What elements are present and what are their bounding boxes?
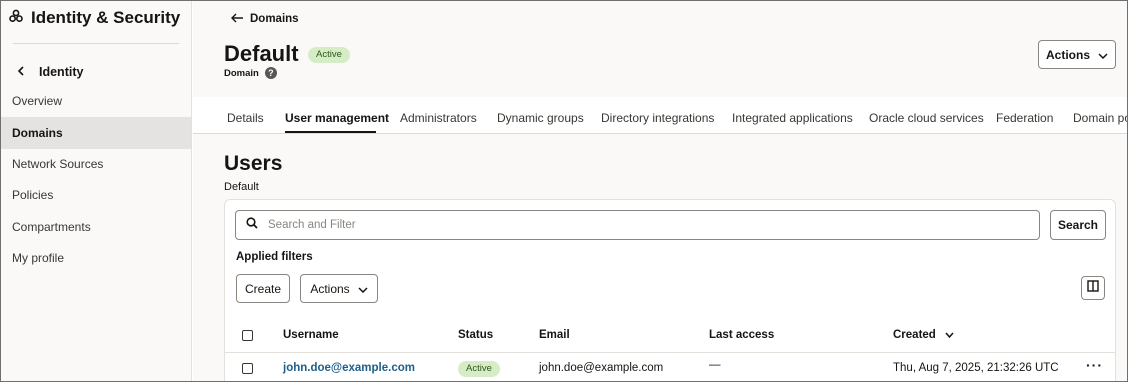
row-last-access: —	[709, 359, 721, 371]
help-icon[interactable]: ?	[264, 67, 277, 79]
tab-administrators[interactable]: Administrators	[400, 111, 477, 125]
content-area: Users Default Search and Filter Search A…	[193, 134, 1127, 381]
page-title: Default	[224, 41, 299, 66]
applied-filters-label: Applied filters	[236, 251, 313, 263]
tab-details[interactable]: Details	[227, 111, 264, 125]
app-window: Identity & Security Identity Overview Do…	[0, 0, 1128, 382]
create-button[interactable]: Create	[236, 274, 290, 303]
sidebar-item-network-sources[interactable]: Network Sources	[1, 148, 191, 180]
brand: Identity & Security	[9, 8, 180, 28]
column-header-email[interactable]: Email	[539, 329, 570, 341]
breadcrumb[interactable]: Domains	[230, 10, 299, 28]
row-more-icon[interactable]: ···	[1086, 357, 1103, 373]
tab-dynamic-groups[interactable]: Dynamic groups	[497, 111, 584, 125]
section-title: Users	[224, 152, 283, 175]
main-area: Domains Default Active Domain ? Actions	[193, 1, 1127, 381]
section-subtitle: Default	[224, 181, 259, 193]
actions-label: Actions	[1045, 47, 1090, 62]
page-subtitle: Domain ?	[224, 67, 277, 79]
search-placeholder: Search and Filter	[268, 219, 356, 231]
app-title: Identity & Security	[31, 8, 181, 27]
cluster-icon	[9, 9, 23, 28]
row-checkbox[interactable]	[242, 363, 253, 374]
status-badge: Active	[458, 361, 500, 377]
row-created: Thu, Aug 7, 2025, 21:32:26 UTC	[893, 362, 1059, 374]
tab-directory-integrations[interactable]: Directory integrations	[601, 111, 714, 125]
sidebar-item-my-profile[interactable]: My profile	[1, 242, 191, 274]
tab-federation[interactable]: Federation	[996, 111, 1053, 125]
sidebar-item-domains[interactable]: Domains	[1, 117, 191, 149]
sidebar-item-compartments[interactable]: Compartments	[1, 211, 191, 243]
subtitle-label: Domain	[224, 67, 259, 79]
select-all-checkbox[interactable]	[242, 330, 253, 341]
divider	[13, 43, 179, 44]
chevron-left-icon	[17, 63, 25, 81]
row-email: john.doe@example.com	[539, 362, 664, 374]
breadcrumb-label: Domains	[250, 13, 299, 25]
columns-icon	[1087, 279, 1099, 297]
column-header-status[interactable]: Status	[458, 329, 493, 341]
sidebar-item-overview[interactable]: Overview	[1, 85, 191, 117]
tab-integrated-applications[interactable]: Integrated applications	[732, 111, 853, 125]
search-icon	[246, 216, 258, 234]
column-toggle-button[interactable]	[1081, 276, 1105, 300]
chevron-down-icon	[1098, 48, 1108, 62]
created-header-label: Created	[893, 329, 936, 341]
tab-user-management[interactable]: User management	[285, 111, 389, 125]
back-to-identity-link[interactable]: Identity	[17, 63, 83, 81]
row-status: Active	[458, 361, 500, 377]
back-label: Identity	[39, 65, 84, 79]
sort-descending-icon	[945, 329, 954, 341]
tab-bar: Details User management Administrators D…	[193, 103, 1127, 134]
tab-oracle-cloud-services[interactable]: Oracle cloud services	[869, 111, 984, 125]
users-panel: Search and Filter Search Applied filters…	[224, 199, 1116, 381]
column-header-created[interactable]: Created	[893, 329, 954, 341]
page-actions-button[interactable]: Actions	[1038, 40, 1116, 69]
status-badge: Active	[308, 47, 350, 63]
column-header-username[interactable]: Username	[283, 329, 339, 341]
search-button[interactable]: Search	[1050, 210, 1106, 240]
tab-domain-policies[interactable]: Domain po	[1073, 111, 1127, 125]
sidebar-item-policies[interactable]: Policies	[1, 179, 191, 211]
actions-dropdown-label: Actions	[310, 281, 350, 296]
page-header: Domains Default Active Domain ? Actions	[193, 1, 1127, 97]
column-header-last-access[interactable]: Last access	[709, 329, 774, 341]
username-link[interactable]: john.doe@example.com	[283, 362, 415, 374]
chevron-down-icon	[358, 282, 368, 296]
arrow-left-icon	[230, 10, 244, 28]
actions-dropdown[interactable]: Actions	[300, 274, 378, 303]
header-divider	[225, 352, 1115, 353]
search-input[interactable]: Search and Filter	[235, 210, 1040, 240]
sidebar: Identity & Security Identity Overview Do…	[1, 1, 192, 381]
